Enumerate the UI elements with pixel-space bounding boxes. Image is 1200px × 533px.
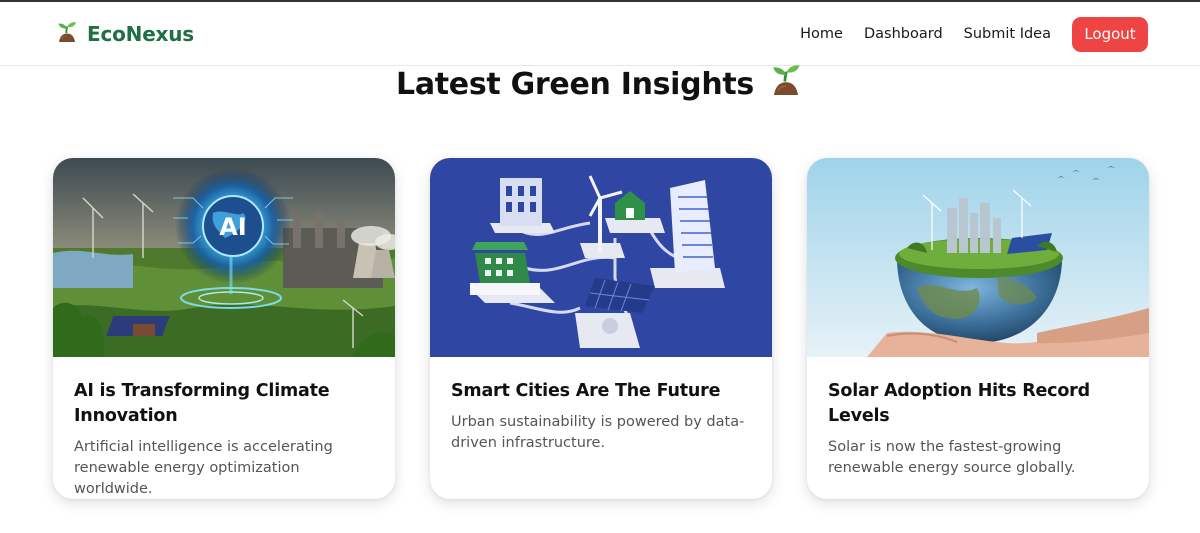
card-title: Smart Cities Are The Future xyxy=(451,381,721,401)
card-body: Smart Cities Are The Future Urban sustai… xyxy=(430,357,772,454)
page-title: Latest Green Insights xyxy=(0,62,1200,106)
page-title-text: Latest Green Insights xyxy=(396,66,754,102)
navbar: EcoNexus Home Dashboard Submit Idea Logo… xyxy=(0,2,1200,66)
nav-links: Home Dashboard Submit Idea Logout xyxy=(800,16,1148,52)
earth-solar-image xyxy=(807,158,1149,357)
smart-city-image xyxy=(430,158,772,357)
nav-link-dashboard[interactable]: Dashboard xyxy=(864,26,943,42)
card-description: Solar is now the fastest-growing renewab… xyxy=(828,439,1076,476)
card-title: AI is Transforming Climate Innovation xyxy=(74,381,330,426)
card-description: Artificial intelligence is accelerating … xyxy=(74,439,333,497)
card-body: AI is Transforming Climate Innovation Ar… xyxy=(53,357,395,499)
brand[interactable]: EcoNexus xyxy=(55,20,194,48)
ai-climate-image: AI xyxy=(53,158,395,357)
card-title: Solar Adoption Hits Record Levels xyxy=(828,381,1090,426)
seedling-icon xyxy=(55,20,79,49)
card-body: Solar Adoption Hits Record Levels Solar … xyxy=(807,357,1149,479)
logout-button[interactable]: Logout xyxy=(1072,16,1148,52)
brand-name: EcoNexus xyxy=(87,22,195,46)
card-description: Urban sustainability is powered by data-… xyxy=(451,414,745,451)
insight-card[interactable]: Solar Adoption Hits Record Levels Solar … xyxy=(807,158,1149,499)
nav-link-submit-idea[interactable]: Submit Idea xyxy=(964,26,1051,42)
nav-link-home[interactable]: Home xyxy=(800,26,843,42)
insight-card[interactable]: AI AI is Transforming Climate Innovation… xyxy=(53,158,395,499)
seedling-icon xyxy=(768,62,804,106)
svg-text:AI: AI xyxy=(219,213,247,241)
insight-card[interactable]: Smart Cities Are The Future Urban sustai… xyxy=(430,158,772,499)
